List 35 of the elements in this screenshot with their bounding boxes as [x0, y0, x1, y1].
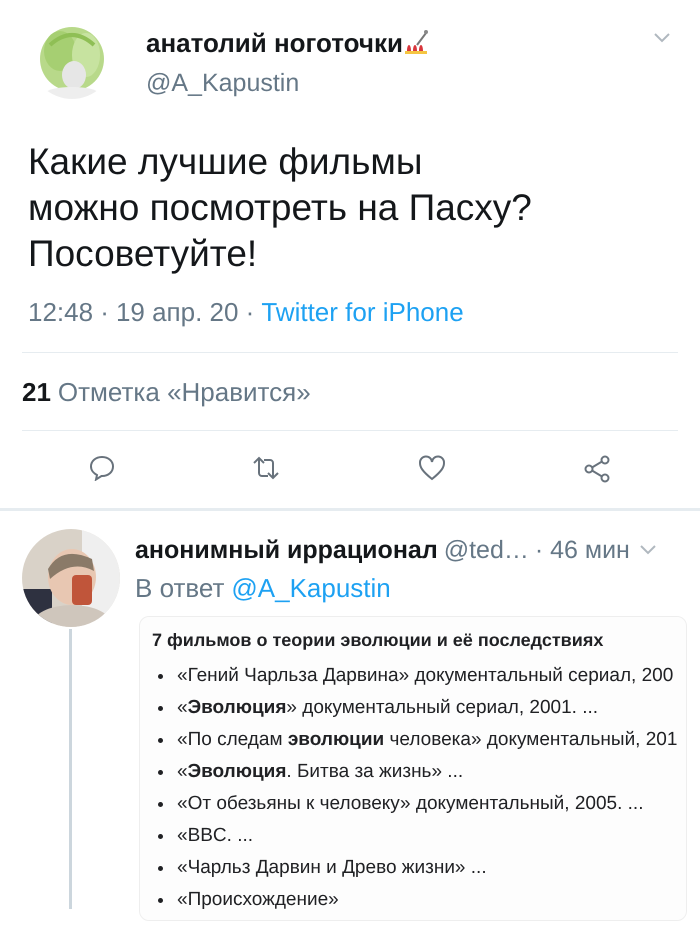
list-item-text: «Происхождение» — [177, 888, 339, 912]
reply-author-name[interactable]: анонимный иррационал — [135, 532, 438, 569]
author-handle[interactable]: @A_Kapustin — [146, 65, 654, 102]
tweet-text: Какие лучшие фильмы можно посмотреть на Пасху? Посоветуйте! — [27, 140, 533, 276]
list-item-text: «От обезьяны к человеку» документальный, 2005. ... — [177, 792, 644, 816]
likes-count[interactable]: 21 — [22, 372, 51, 412]
reply-icon[interactable] — [88, 454, 115, 480]
reply-author-handle[interactable]: @ted… — [444, 532, 529, 569]
bullet-icon — [158, 802, 163, 806]
author-name[interactable]: анатолий ноготочки — [146, 24, 403, 63]
reply-age: · 46 мин — [534, 534, 630, 566]
tweet-source-link[interactable]: Twitter for iPhone — [261, 292, 464, 332]
bullet-icon — [158, 834, 163, 838]
nail-polish-icon — [402, 29, 429, 55]
tweet-date: 19 апр. 20 · — [116, 296, 254, 328]
list-item-text: «Эволюция. Битва за жизнь» ... — [177, 760, 464, 784]
reply-to-label: В ответ — [135, 572, 224, 605]
share-icon[interactable] — [583, 454, 612, 482]
heart-icon[interactable] — [418, 454, 446, 480]
bullet-icon — [158, 770, 163, 774]
bullet-icon — [158, 674, 163, 678]
tweet-time: 12:48 · — [28, 296, 109, 328]
list-item-text: «Чарльз Дарвин и Древо жизни» ... — [177, 856, 487, 880]
list-item-text: «BBC. ... — [177, 824, 254, 848]
bullet-icon — [158, 898, 163, 902]
likes-label[interactable]: Отметка «Нравится» — [58, 372, 311, 412]
list-item-text: «По следам эволюции человека» документальный, 201 — [177, 728, 678, 752]
card-title: 7 фильмов о теории эволюции и её последствиях — [152, 629, 604, 652]
bullet-icon — [158, 706, 163, 710]
list-item-text: «Эволюция» документальный сериал, 2001. ... — [177, 696, 598, 720]
list-item-text: «Гений Чарльза Дарвина» документальный сериал, 200 — [177, 664, 674, 688]
reply-to-link[interactable]: @A_Kapustin — [231, 569, 391, 608]
bullet-icon — [158, 738, 163, 742]
retweet-icon[interactable] — [252, 454, 280, 480]
bullet-icon — [158, 866, 163, 870]
